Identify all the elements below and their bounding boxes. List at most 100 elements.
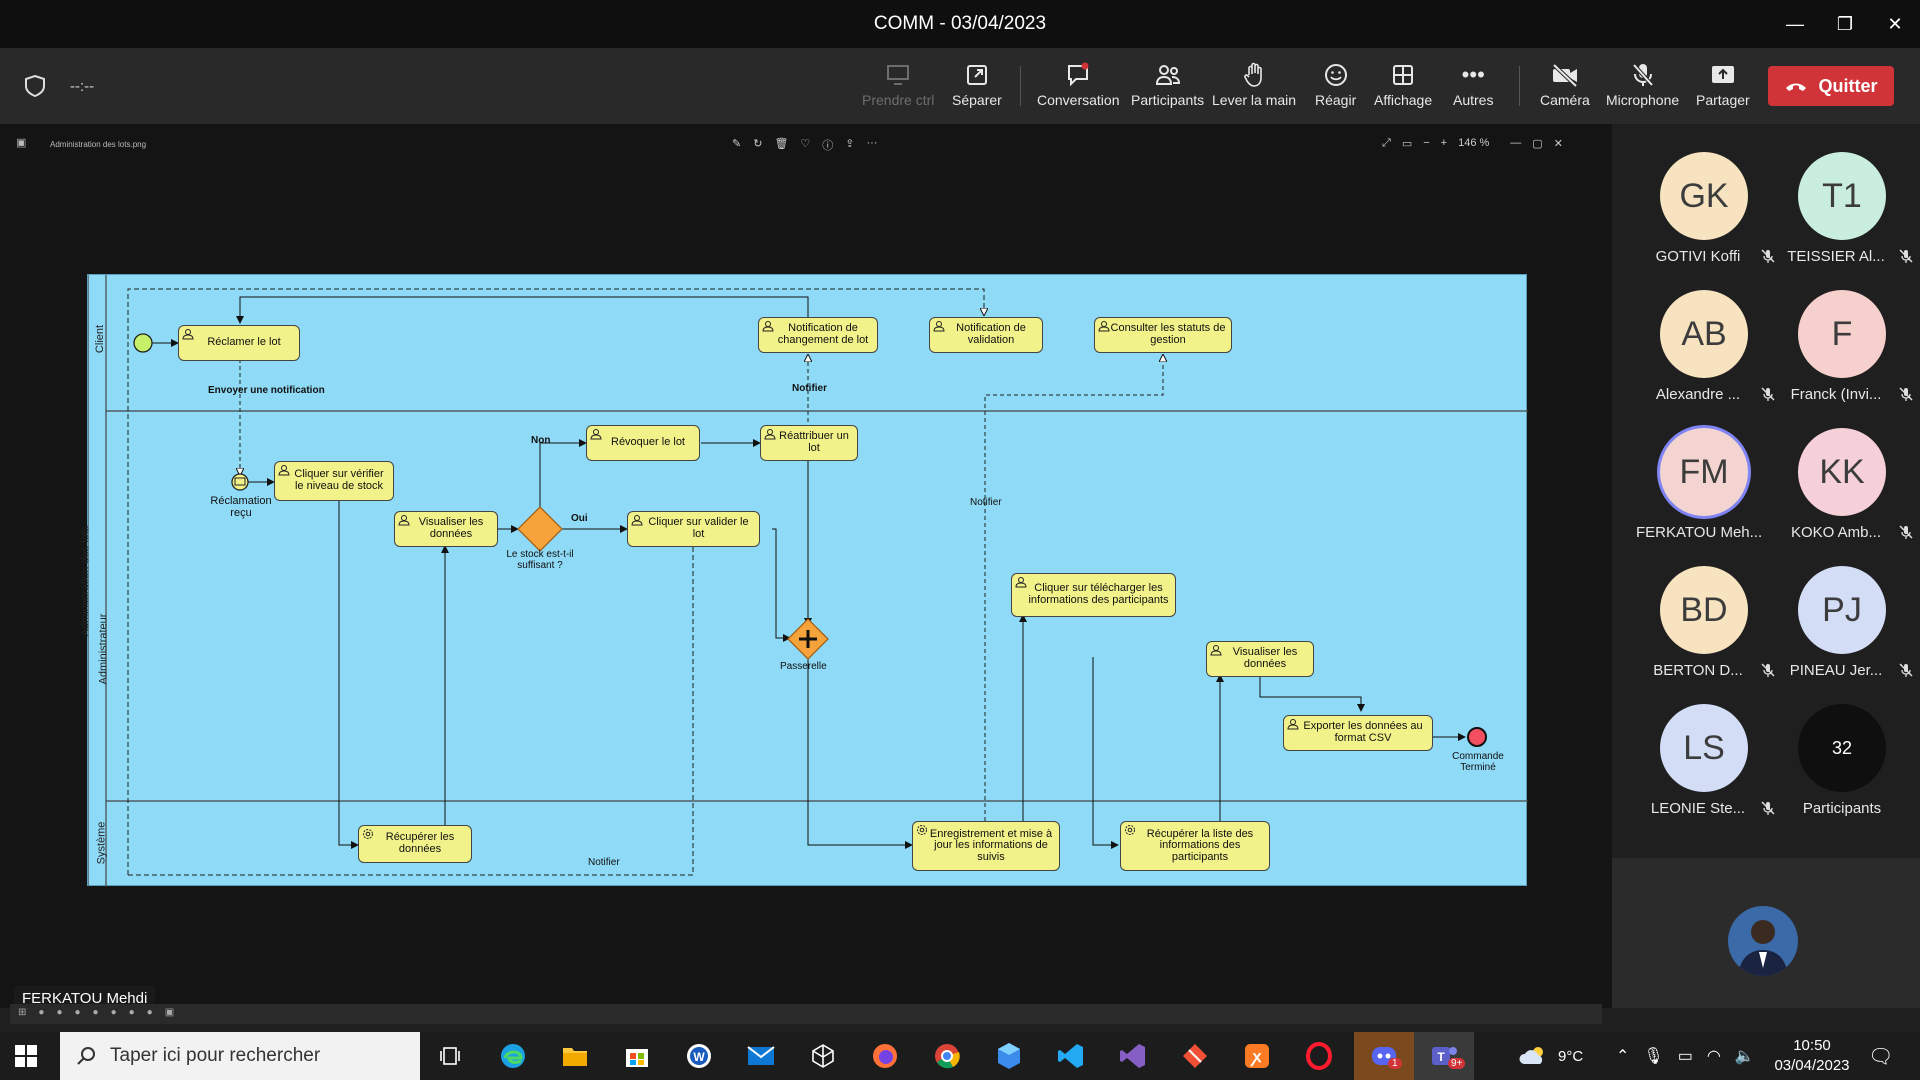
raise-hand-label: Lever la main	[1212, 92, 1297, 108]
git-icon[interactable]	[1177, 1038, 1213, 1074]
task-enregistrement-suivis[interactable]: Enregistrement et mise à jour les inform…	[912, 821, 1060, 871]
share-icon[interactable]: ⇪	[845, 137, 854, 153]
raise-hand-button[interactable]: Lever la main	[1212, 58, 1296, 118]
xampp-icon[interactable]: ꭗ	[1239, 1038, 1275, 1074]
more-icon[interactable]: ···	[867, 137, 878, 153]
participant-tile[interactable]: GK GOTIVI Koffi	[1636, 146, 1776, 284]
window-title: COMM - 03/04/2023	[873, 13, 1047, 34]
hexagon-app-icon[interactable]	[991, 1038, 1027, 1074]
file-explorer-icon[interactable]	[557, 1038, 593, 1074]
view-button[interactable]: Affichage	[1374, 58, 1432, 118]
remote-app-icon: ●	[146, 1007, 153, 1018]
remote-app-icon: ●	[74, 1007, 81, 1018]
more-button[interactable]: ••• Autres	[1453, 58, 1493, 118]
participant-tile[interactable]: AB Alexandre ...	[1636, 284, 1776, 422]
task-revoquer-lot[interactable]: Révoquer le lot	[586, 425, 700, 461]
taskbar-search-box[interactable]: Taper ici pour rechercher	[60, 1032, 420, 1080]
zoom-in-icon[interactable]: +	[1441, 137, 1447, 150]
leave-button[interactable]: Quitter	[1768, 66, 1894, 106]
camera-label: Caméra	[1540, 92, 1590, 108]
visual-studio-icon[interactable]	[1115, 1038, 1151, 1074]
participant-tile[interactable]: F Franck (Invi...	[1774, 284, 1914, 422]
participant-tile[interactable]: BD BERTON D...	[1636, 560, 1776, 698]
popout-icon	[966, 65, 987, 85]
task-visualiser-donnees-2[interactable]: Visualiser les données	[1206, 641, 1314, 677]
task-view-icon[interactable]	[432, 1038, 468, 1074]
zoom-out-icon[interactable]: −	[1423, 137, 1429, 150]
task-notification-validation[interactable]: Notification de validation	[929, 317, 1043, 353]
store-icon[interactable]	[619, 1038, 655, 1074]
teams-icon[interactable]: T 9+	[1414, 1032, 1474, 1080]
firefox-icon[interactable]	[867, 1038, 903, 1074]
camera-button[interactable]: Caméra	[1540, 58, 1590, 118]
delete-icon[interactable]: 🗑	[774, 137, 788, 153]
windows-start-icon[interactable]	[14, 1044, 38, 1068]
separate-button[interactable]: Séparer	[952, 58, 1002, 118]
chevron-up-icon[interactable]: ⌃	[1616, 1046, 1629, 1066]
participant-tile[interactable]: T1 TEISSIER Al...	[1774, 146, 1914, 284]
react-button[interactable]: Réagir	[1315, 58, 1356, 118]
minimize-button[interactable]: —	[1770, 0, 1820, 48]
fit-icon[interactable]: ▭	[1402, 137, 1412, 150]
taskbar-clock[interactable]: 10:50 03/04/2023	[1764, 1036, 1860, 1076]
participants-button[interactable]: Participants	[1131, 58, 1204, 118]
user-task-icon	[631, 515, 643, 526]
task-valider-lot[interactable]: Cliquer sur valider le lot	[627, 511, 760, 547]
task-verifier-stock[interactable]: Cliquer sur vérifier le niveau de stock	[274, 461, 394, 501]
battery-icon[interactable]: ▭	[1678, 1046, 1693, 1066]
service-task-icon	[1125, 825, 1135, 835]
user-task-icon	[590, 429, 602, 440]
task-consulter-statuts[interactable]: Consulter les statuts de gestion	[1094, 317, 1232, 353]
weather-widget[interactable]: 9°C	[1518, 1032, 1583, 1080]
task-reclamer-lot[interactable]: Réclamer le lot	[178, 325, 300, 361]
info-icon[interactable]: ⓘ	[822, 137, 833, 153]
microphone-tray-icon[interactable]: 🎙	[1643, 1046, 1663, 1066]
participant-tile[interactable]: PJ PINEAU Jer...	[1774, 560, 1914, 698]
task-recuperer-donnees[interactable]: Récupérer les données	[358, 825, 472, 863]
participant-tile[interactable]: LS LEONIE Ste...	[1636, 698, 1776, 836]
vscode-icon[interactable]	[1053, 1038, 1089, 1074]
task-label: Cliquer sur télécharger les informations…	[1028, 582, 1169, 606]
view-label: Affichage	[1374, 92, 1433, 108]
participant-tile[interactable]: FM FERKATOU Meh...	[1636, 422, 1776, 560]
rotate-icon[interactable]: ↻	[753, 137, 762, 153]
participant-avatar: GK	[1660, 152, 1748, 240]
take-control-button[interactable]: Prendre ctrl	[862, 58, 934, 118]
discord-icon[interactable]: 1	[1354, 1032, 1414, 1080]
participant-avatar: AB	[1660, 290, 1748, 378]
minimize-icon[interactable]: —	[1510, 137, 1521, 150]
task-recuperer-liste[interactable]: Récupérer la liste des informations des …	[1120, 821, 1270, 871]
svg-text:W: W	[693, 1050, 705, 1064]
chat-button[interactable]: Conversation	[1037, 58, 1120, 118]
label-non: Non	[531, 435, 551, 446]
opera-icon[interactable]	[1301, 1038, 1337, 1074]
edge-icon[interactable]	[495, 1038, 531, 1074]
task-exporter-csv[interactable]: Exporter les données au format CSV	[1283, 715, 1433, 751]
fullscreen-icon[interactable]: ⤢	[1382, 137, 1391, 150]
chrome-icon[interactable]	[929, 1038, 965, 1074]
task-telecharger-infos[interactable]: Cliquer sur télécharger les informations…	[1011, 573, 1176, 617]
3d-box-icon[interactable]	[805, 1038, 841, 1074]
share-label: Partager	[1696, 92, 1750, 108]
mail-icon[interactable]	[743, 1038, 779, 1074]
task-notification-changement[interactable]: Notification de changement de lot	[758, 317, 878, 353]
remote-taskbar: ⊞ ● ● ● ● ● ● ● ▣	[10, 1004, 1602, 1024]
favorite-icon[interactable]: ♡	[800, 137, 810, 153]
share-button[interactable]: Partager	[1696, 58, 1750, 118]
participant-tile[interactable]: KK KOKO Amb...	[1774, 422, 1914, 560]
mic-muted-icon	[1899, 663, 1913, 677]
restore-button[interactable]: ❐	[1820, 0, 1870, 48]
volume-icon[interactable]: 🔈	[1735, 1046, 1755, 1066]
wifi-icon[interactable]: ◠	[1707, 1046, 1721, 1066]
more-participants-tile[interactable]: 32 Participants	[1774, 698, 1914, 836]
word-icon[interactable]: W	[681, 1038, 717, 1074]
participant-avatar: T1	[1798, 152, 1886, 240]
microphone-button[interactable]: Microphone	[1606, 58, 1679, 118]
edit-icon[interactable]: ✎	[732, 137, 741, 153]
close-button[interactable]: ✕	[1870, 0, 1920, 48]
close-icon[interactable]: ✕	[1554, 137, 1563, 150]
notifications-icon[interactable]: 🗨	[1868, 1032, 1893, 1080]
task-visualiser-donnees[interactable]: Visualiser les données	[394, 511, 498, 547]
task-reattribuer-lot[interactable]: Réattribuer un lot	[760, 425, 858, 461]
maximize-icon[interactable]: ▢	[1532, 137, 1542, 150]
